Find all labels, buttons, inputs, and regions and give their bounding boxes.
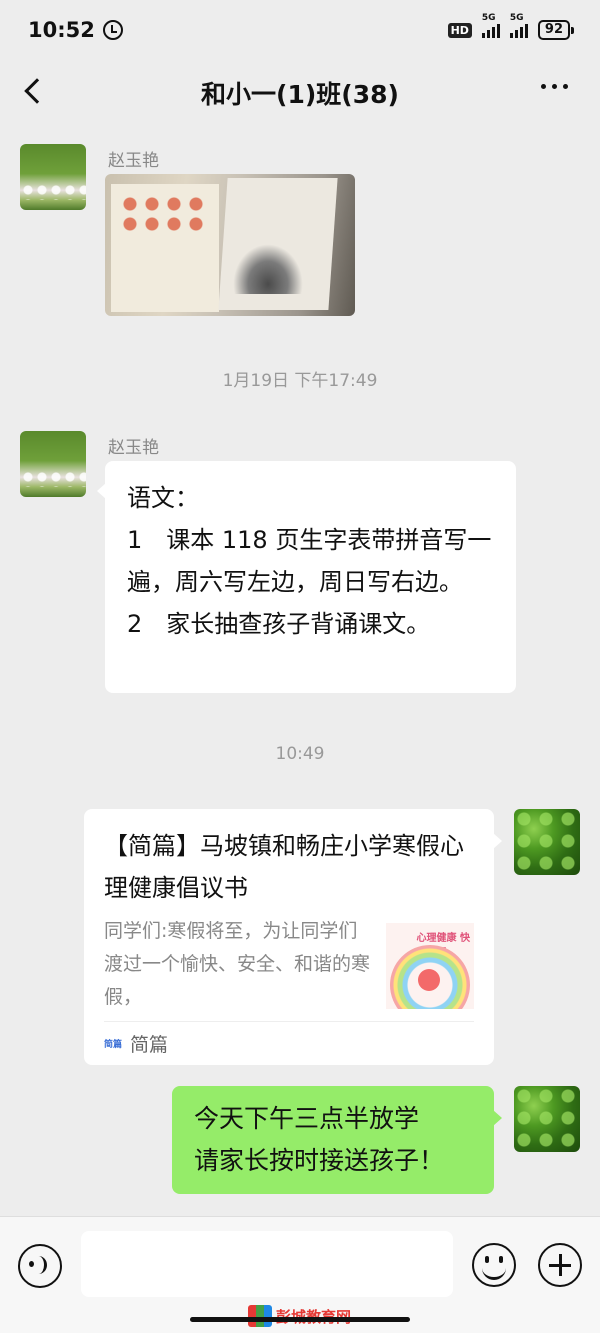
home-indicator[interactable] — [190, 1317, 410, 1322]
text-message[interactable]: 语文： 1 课本 118 页生字表带拼音写一遍，周六写左边，周日写右边。 2 家… — [97, 461, 516, 693]
link-card-message[interactable]: 【简篇】马坡镇和畅庄小学寒假心理健康倡议书 同学们:寒假将至，为让同学们渡过一个… — [84, 809, 502, 1065]
card-title: 【简篇】马坡镇和畅庄小学寒假心理健康倡议书 — [104, 832, 464, 902]
watermark: 彭城教育网 — [248, 1305, 351, 1327]
back-icon[interactable] — [24, 78, 50, 104]
avatar[interactable] — [20, 431, 86, 497]
card-source: 简篇 — [130, 1034, 169, 1056]
message-text: 语文： 1 课本 118 页生字表带拼音写一遍，周六写左边，周日写右边。 2 家… — [127, 484, 492, 638]
message-text: 今天下午三点半放学 请家长按时接送孩子！ — [194, 1104, 445, 1175]
nav-bar: 和小一(1)班(38) — [0, 60, 600, 126]
my-text-message[interactable]: 今天下午三点半放学 请家长按时接送孩子！ — [172, 1086, 502, 1194]
photo-ink-painting — [233, 244, 303, 294]
signal-icon: 5G — [481, 13, 500, 38]
status-left: 10:52 — [28, 18, 123, 42]
chat-area[interactable]: 赵玉艳 1月19日 下午17:49 赵玉艳 语文： 1 课本 118 页生字表带… — [0, 126, 600, 1216]
my-avatar[interactable] — [514, 1086, 580, 1152]
voice-button[interactable] — [18, 1244, 62, 1288]
watermark-text: 彭城教育网 — [276, 1306, 351, 1327]
plus-button[interactable] — [538, 1243, 582, 1287]
input-bar: 彭城教育网 — [0, 1216, 600, 1333]
status-right: HD 5G 5G 92 — [447, 13, 575, 40]
alarm-icon — [102, 20, 123, 40]
signal-icon-2: 5G — [509, 13, 528, 38]
jianpian-icon: 简篇 — [104, 1040, 123, 1050]
status-bar: 10:52 HD 5G 5G 92 — [0, 0, 600, 60]
card-body: 同学们:寒假将至，为让同学们渡过一个愉快、安全、和谐的寒假， 心理健康 快乐寒假 — [104, 915, 474, 1014]
message-input[interactable] — [81, 1231, 453, 1297]
avatar[interactable] — [20, 144, 86, 210]
my-avatar[interactable] — [514, 809, 580, 875]
status-time: 10:52 — [28, 18, 95, 42]
photo-message[interactable] — [105, 174, 355, 316]
timestamp: 10:49 — [275, 744, 325, 764]
card-footer: 简篇 简篇 — [104, 1021, 474, 1065]
hd-badge: HD — [447, 22, 472, 38]
photo-illustration — [119, 194, 209, 234]
more-icon[interactable] — [541, 84, 568, 89]
card-description: 同学们:寒假将至，为让同学们渡过一个愉快、安全、和谐的寒假， — [104, 920, 371, 1008]
emoji-button[interactable] — [472, 1243, 516, 1287]
sender-name: 赵玉艳 — [108, 438, 159, 458]
timestamp: 1月19日 下午17:49 — [222, 371, 378, 391]
card-thumbnail: 心理健康 快乐寒假 — [386, 923, 474, 1009]
battery-icon: 92 — [537, 20, 575, 40]
chat-title: 和小一(1)班(38) — [201, 80, 399, 109]
sender-name: 赵玉艳 — [108, 151, 159, 171]
watermark-logo-icon — [248, 1305, 272, 1327]
